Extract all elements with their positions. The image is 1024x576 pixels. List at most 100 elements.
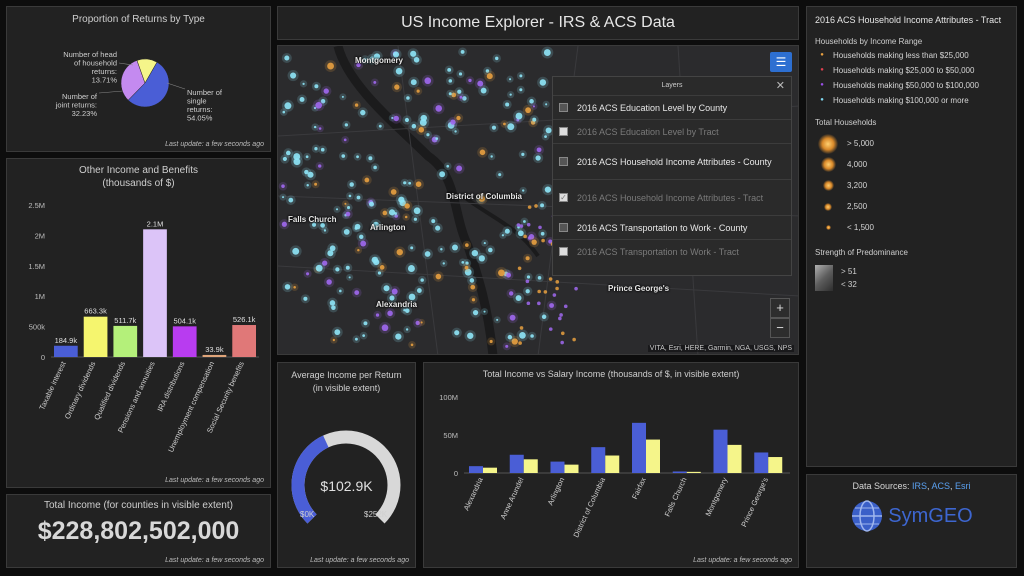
y-tick-label: 2M [35,231,45,240]
layer-checkbox[interactable] [559,103,568,112]
income-point [519,332,526,339]
strength-title: Strength of Predominance [815,248,908,257]
income-point [435,225,441,231]
income-point [407,265,415,272]
source-link-esri[interactable]: Esri [955,481,971,491]
income-point [326,279,332,285]
layers-title: Layers [661,82,683,89]
layer-checkbox[interactable] [559,127,568,136]
last-update: Last update: a few seconds ago [165,141,264,148]
avg-income-title: Average Income per Return [291,370,402,380]
range-dot-icon: ● [820,52,824,58]
income-point [293,285,296,289]
layer-item[interactable]: 2016 ACS Transportation to Work - County [553,215,791,239]
bar [202,354,227,357]
income-point [314,182,318,186]
income-point [418,127,425,133]
income-point [327,250,334,257]
size-legend-item: 3,200 [815,175,1008,196]
income-point [543,290,548,294]
x-tick-label: Qualified dividends [92,360,127,421]
y-tick-label: 0 [41,353,45,362]
x-tick-label: Ordinary dividends [63,360,98,421]
layer-checkbox[interactable] [559,247,568,256]
income-point [413,207,421,215]
income-point [559,313,563,317]
income-point [452,244,458,251]
income-point [483,310,486,313]
layers-icon[interactable]: ☰ [770,52,792,72]
strength-low: < 32 [841,280,857,289]
strength-legend: > 51 < 32 [815,265,1008,291]
layer-item[interactable]: ✓ 2016 ACS Household Income Attributes - … [553,179,791,215]
income-point [375,313,380,317]
income-point [509,314,516,321]
layer-checkbox[interactable]: ✓ [559,193,568,202]
income-point [364,177,370,183]
income-range-item: ● Households making $50,000 to $100,000 [815,80,1008,91]
map-label-montgomery: Montgomery [355,56,403,65]
income-point [544,135,547,139]
x-tick-label: Montgomery [704,476,730,518]
layer-checkbox[interactable] [559,157,568,166]
pie-label: Number of joint returns: 32.23% [55,92,98,118]
income-point [519,326,524,330]
income-point [323,229,327,232]
size-circle-icon [820,157,836,172]
x-tick-label: Prince George's [739,476,770,529]
source-link-irs[interactable]: IRS [912,481,927,491]
income-point [424,77,432,85]
income-point [447,67,452,72]
income-point [282,196,285,199]
income-point [519,224,524,228]
close-icon[interactable]: ✕ [776,77,785,95]
layer-item[interactable]: 2016 ACS Education Level by County [553,95,791,119]
income-point [424,251,431,257]
income-point [318,164,322,168]
x-tick-label: Falls Church [663,476,689,518]
bar [83,316,108,357]
income-point [532,117,537,122]
income-point [471,298,476,302]
income-point [344,123,348,127]
income-point [292,247,300,255]
other-income-title: Other Income and Benefits [79,165,198,176]
last-update: Last update: a few seconds ago [165,477,264,484]
zoom-control: + − [770,298,790,338]
zoom-in-button[interactable]: + [770,298,790,318]
bar [646,439,660,473]
income-point [535,155,541,161]
income-point [420,321,423,324]
size-label: > 5,000 [847,139,874,148]
size-legend-item: > 5,000 [815,133,1008,154]
income-point [305,155,309,159]
income-point [509,93,512,96]
zoom-out-button[interactable]: − [770,318,790,338]
income-point [459,95,463,99]
bar [713,429,728,473]
income-point [281,221,287,227]
map-view[interactable]: Montgomery District of Columbia Falls Ch… [277,45,799,355]
income-point [530,334,534,338]
avg-income-subtitle: (in visible extent) [312,383,381,393]
layer-item[interactable]: 2016 ACS Transportation to Work - Tract [553,239,791,263]
bar [754,452,769,473]
income-point [469,278,475,283]
income-point [345,211,351,217]
layer-checkbox[interactable] [559,223,568,232]
income-point [505,102,510,107]
income-point [284,284,291,290]
income-point [464,265,469,270]
range-label: Households making $25,000 to $50,000 [833,66,975,75]
layer-item[interactable]: 2016 ACS Household Income Attributes - C… [553,143,791,179]
income-point [526,222,531,227]
income-point [420,278,424,282]
income-point [454,330,460,336]
income-point [416,89,420,93]
layer-item[interactable]: 2016 ACS Education Level by Tract [553,119,791,143]
range-label: Households making less than $25,000 [833,51,969,60]
income-point [549,303,555,308]
source-link-acs[interactable]: ACS [932,481,951,491]
size-legend-item: < 1,500 [815,217,1008,238]
income-point [388,209,396,216]
